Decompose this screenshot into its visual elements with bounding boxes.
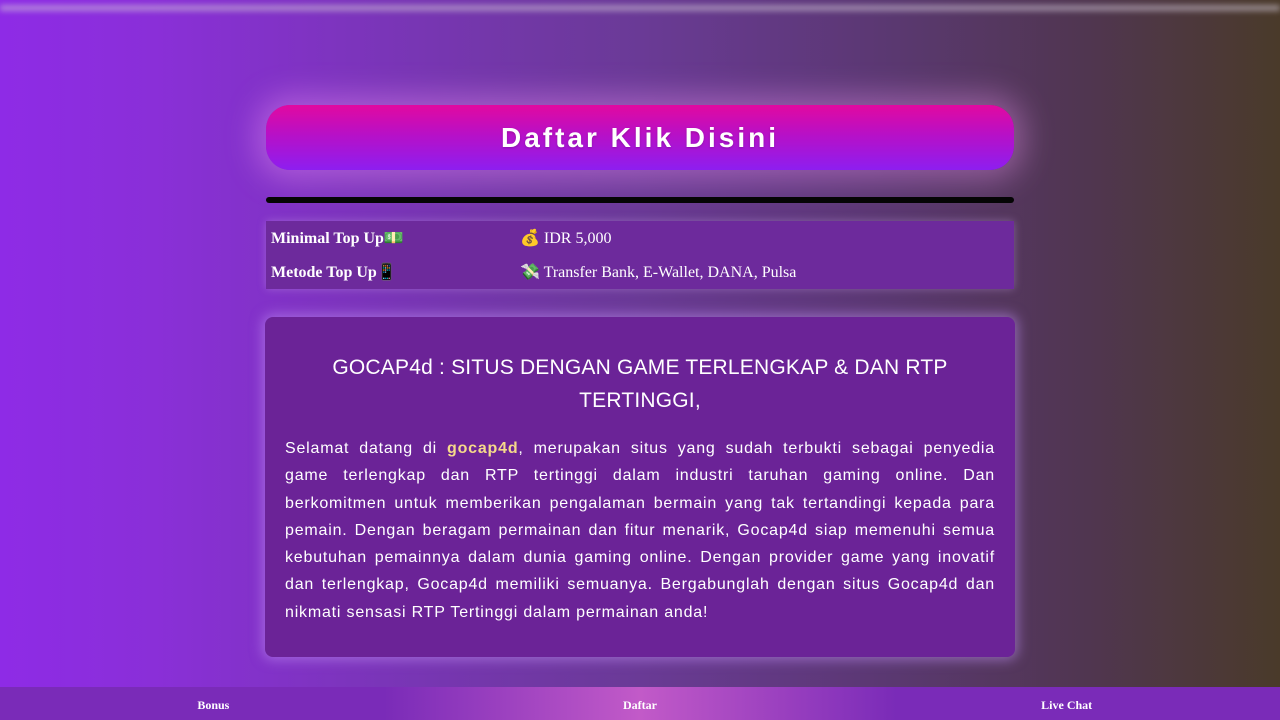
topup-method-label: Metode Top Up📱 [271, 264, 397, 281]
table-row: Metode Top Up📱 💸 Transfer Bank, E-Wallet… [266, 255, 1014, 289]
nav-item-label: Live Chat [1041, 698, 1093, 712]
content-title: GOCAP4d : SITUS DENGAN GAME TERLENGKAP &… [332, 356, 948, 412]
topup-method-value: 💸 Transfer Bank, E-Wallet, DANA, Pulsa [520, 264, 797, 281]
nav-item-daftar[interactable]: Daftar [427, 687, 854, 720]
table-row: Minimal Top Up💵 💰 IDR 5,000 [266, 221, 1014, 255]
nav-item-label: Bonus [197, 698, 230, 712]
divider [266, 197, 1014, 203]
nav-item-label: Daftar [623, 698, 657, 712]
register-button[interactable]: Daftar Klik Disini [266, 105, 1014, 170]
bottom-nav: Bonus Daftar Live Chat [0, 687, 1280, 720]
top-glow-bar [0, 0, 1280, 16]
brand-name: gocap4d [447, 440, 519, 457]
content-paragraph: Selamat datang di gocap4d, merupakan sit… [285, 435, 995, 626]
content-body-text: , merupakan situs yang sudah terbukti se… [285, 440, 995, 621]
nav-item-bonus[interactable]: Bonus [0, 687, 427, 720]
minimal-topup-value: 💰 IDR 5,000 [520, 230, 612, 247]
content-card: GOCAP4d : SITUS DENGAN GAME TERLENGKAP &… [265, 317, 1015, 657]
register-button-label: Daftar Klik Disini [500, 121, 780, 153]
content-intro: Selamat datang di [285, 440, 448, 457]
topup-info-table: Minimal Top Up💵 💰 IDR 5,000 Metode Top U… [266, 221, 1014, 289]
minimal-topup-label: Minimal Top Up💵 [271, 230, 404, 247]
nav-item-live-chat[interactable]: Live Chat [853, 687, 1280, 720]
